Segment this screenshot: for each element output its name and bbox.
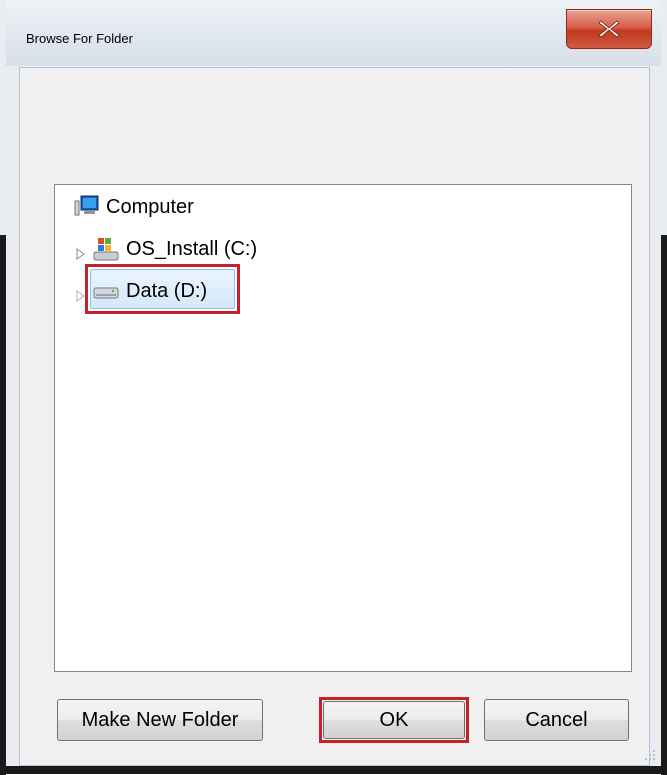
title-bar[interactable]: Browse For Folder [6, 0, 661, 66]
dialog-window: Browse For Folder Computer OS_Install (C… [0, 0, 667, 775]
tree-item-computer[interactable]: Computer [72, 193, 194, 221]
frame-edge-bottom [0, 766, 667, 774]
tree-item-os-install[interactable]: OS_Install (C:) [76, 235, 257, 263]
computer-icon [72, 193, 100, 221]
highlight-outline [85, 264, 240, 314]
resize-grip-icon[interactable] [643, 748, 657, 762]
window-title: Browse For Folder [26, 31, 133, 46]
make-new-folder-button[interactable]: Make New Folder [57, 699, 263, 741]
close-icon [598, 20, 620, 38]
button-label: Cancel [525, 708, 588, 731]
cancel-button[interactable]: Cancel [484, 699, 629, 741]
button-label: Make New Folder [81, 708, 239, 731]
windows-drive-icon [92, 235, 120, 263]
frame-edge-right [661, 235, 667, 775]
frame-edge-left [0, 235, 6, 775]
tree-item-label: OS_Install (C:) [126, 237, 258, 260]
expand-arrow-icon[interactable] [76, 243, 86, 260]
close-button[interactable] [566, 9, 652, 49]
tree-item-label: Computer [106, 195, 194, 218]
highlight-outline [319, 697, 469, 743]
